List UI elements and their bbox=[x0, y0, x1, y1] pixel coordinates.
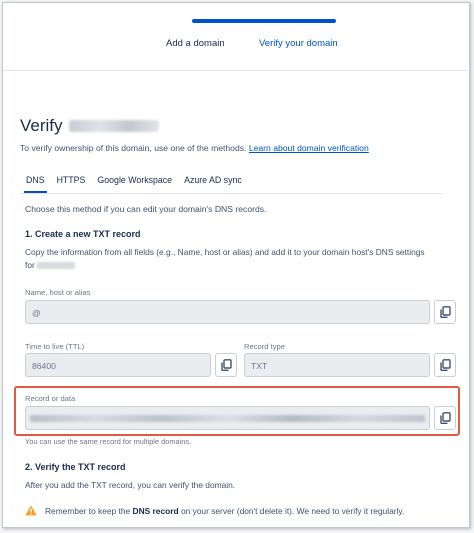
tabs-divider bbox=[20, 193, 443, 194]
progress-indicator bbox=[192, 19, 336, 23]
intro-description: To verify ownership of this domain, use … bbox=[20, 143, 247, 153]
copy-record-button[interactable] bbox=[434, 406, 456, 430]
step1-instructions-cont: for bbox=[25, 260, 76, 270]
record-hint: You can use the same record for multiple… bbox=[25, 437, 192, 446]
tab-azure-ad-sync[interactable]: Azure AD sync bbox=[178, 171, 248, 193]
warning-text: Remember to keep the DNS record on your … bbox=[45, 505, 405, 516]
warning-message: Remember to keep the DNS record on your … bbox=[25, 505, 404, 516]
tab-https[interactable]: HTTPS bbox=[51, 171, 92, 193]
step1-heading: 1. Create a new TXT record bbox=[25, 229, 141, 239]
step1-for-label: for bbox=[25, 260, 35, 270]
copy-icon bbox=[439, 359, 451, 371]
copy-record-type-button[interactable] bbox=[434, 353, 456, 377]
copy-name-button[interactable] bbox=[434, 300, 456, 324]
step-add-domain: Add a domain bbox=[166, 38, 225, 49]
copy-icon bbox=[439, 306, 451, 318]
step1-instructions: Copy the information from all fields (e.… bbox=[25, 247, 425, 257]
progress-steps: Add a domain Verify your domain bbox=[3, 3, 469, 71]
tab-google-workspace[interactable]: Google Workspace bbox=[91, 171, 178, 193]
ttl-field[interactable]: 86400 bbox=[25, 353, 211, 377]
method-tabs: DNS HTTPS Google Workspace Azure AD sync bbox=[20, 171, 248, 193]
ttl-field-label: Time to live (TTL) bbox=[25, 342, 85, 351]
learn-more-link[interactable]: Learn about domain verification bbox=[249, 143, 369, 153]
step2-heading: 2. Verify the TXT record bbox=[25, 462, 126, 472]
redacted-domain-inline bbox=[37, 262, 76, 270]
copy-ttl-button[interactable] bbox=[215, 353, 237, 377]
record-type-label: Record type bbox=[244, 342, 285, 351]
page-title: Verify bbox=[20, 116, 63, 135]
page-title-row: Verify bbox=[20, 116, 159, 136]
step-verify-domain: Verify your domain bbox=[259, 38, 338, 49]
name-host-alias-field[interactable]: @ bbox=[25, 300, 430, 324]
step2-instructions: After you add the TXT record, you can ve… bbox=[25, 480, 236, 490]
warning-triangle-icon bbox=[25, 505, 37, 516]
dns-method-description: Choose this method if you can edit your … bbox=[25, 204, 267, 214]
name-field-label: Name, host or alias bbox=[25, 288, 91, 297]
record-data-field[interactable] bbox=[25, 406, 430, 430]
tab-dns[interactable]: DNS bbox=[20, 171, 51, 193]
record-data-label: Record or data bbox=[25, 394, 76, 403]
intro-text: To verify ownership of this domain, use … bbox=[20, 143, 369, 153]
verify-domain-panel: Add a domain Verify your domain Verify T… bbox=[2, 2, 470, 528]
copy-icon bbox=[439, 412, 451, 424]
redacted-record-value bbox=[30, 415, 425, 422]
record-type-field[interactable]: TXT bbox=[244, 353, 430, 377]
redacted-domain-name bbox=[68, 120, 159, 132]
copy-icon bbox=[220, 359, 232, 371]
